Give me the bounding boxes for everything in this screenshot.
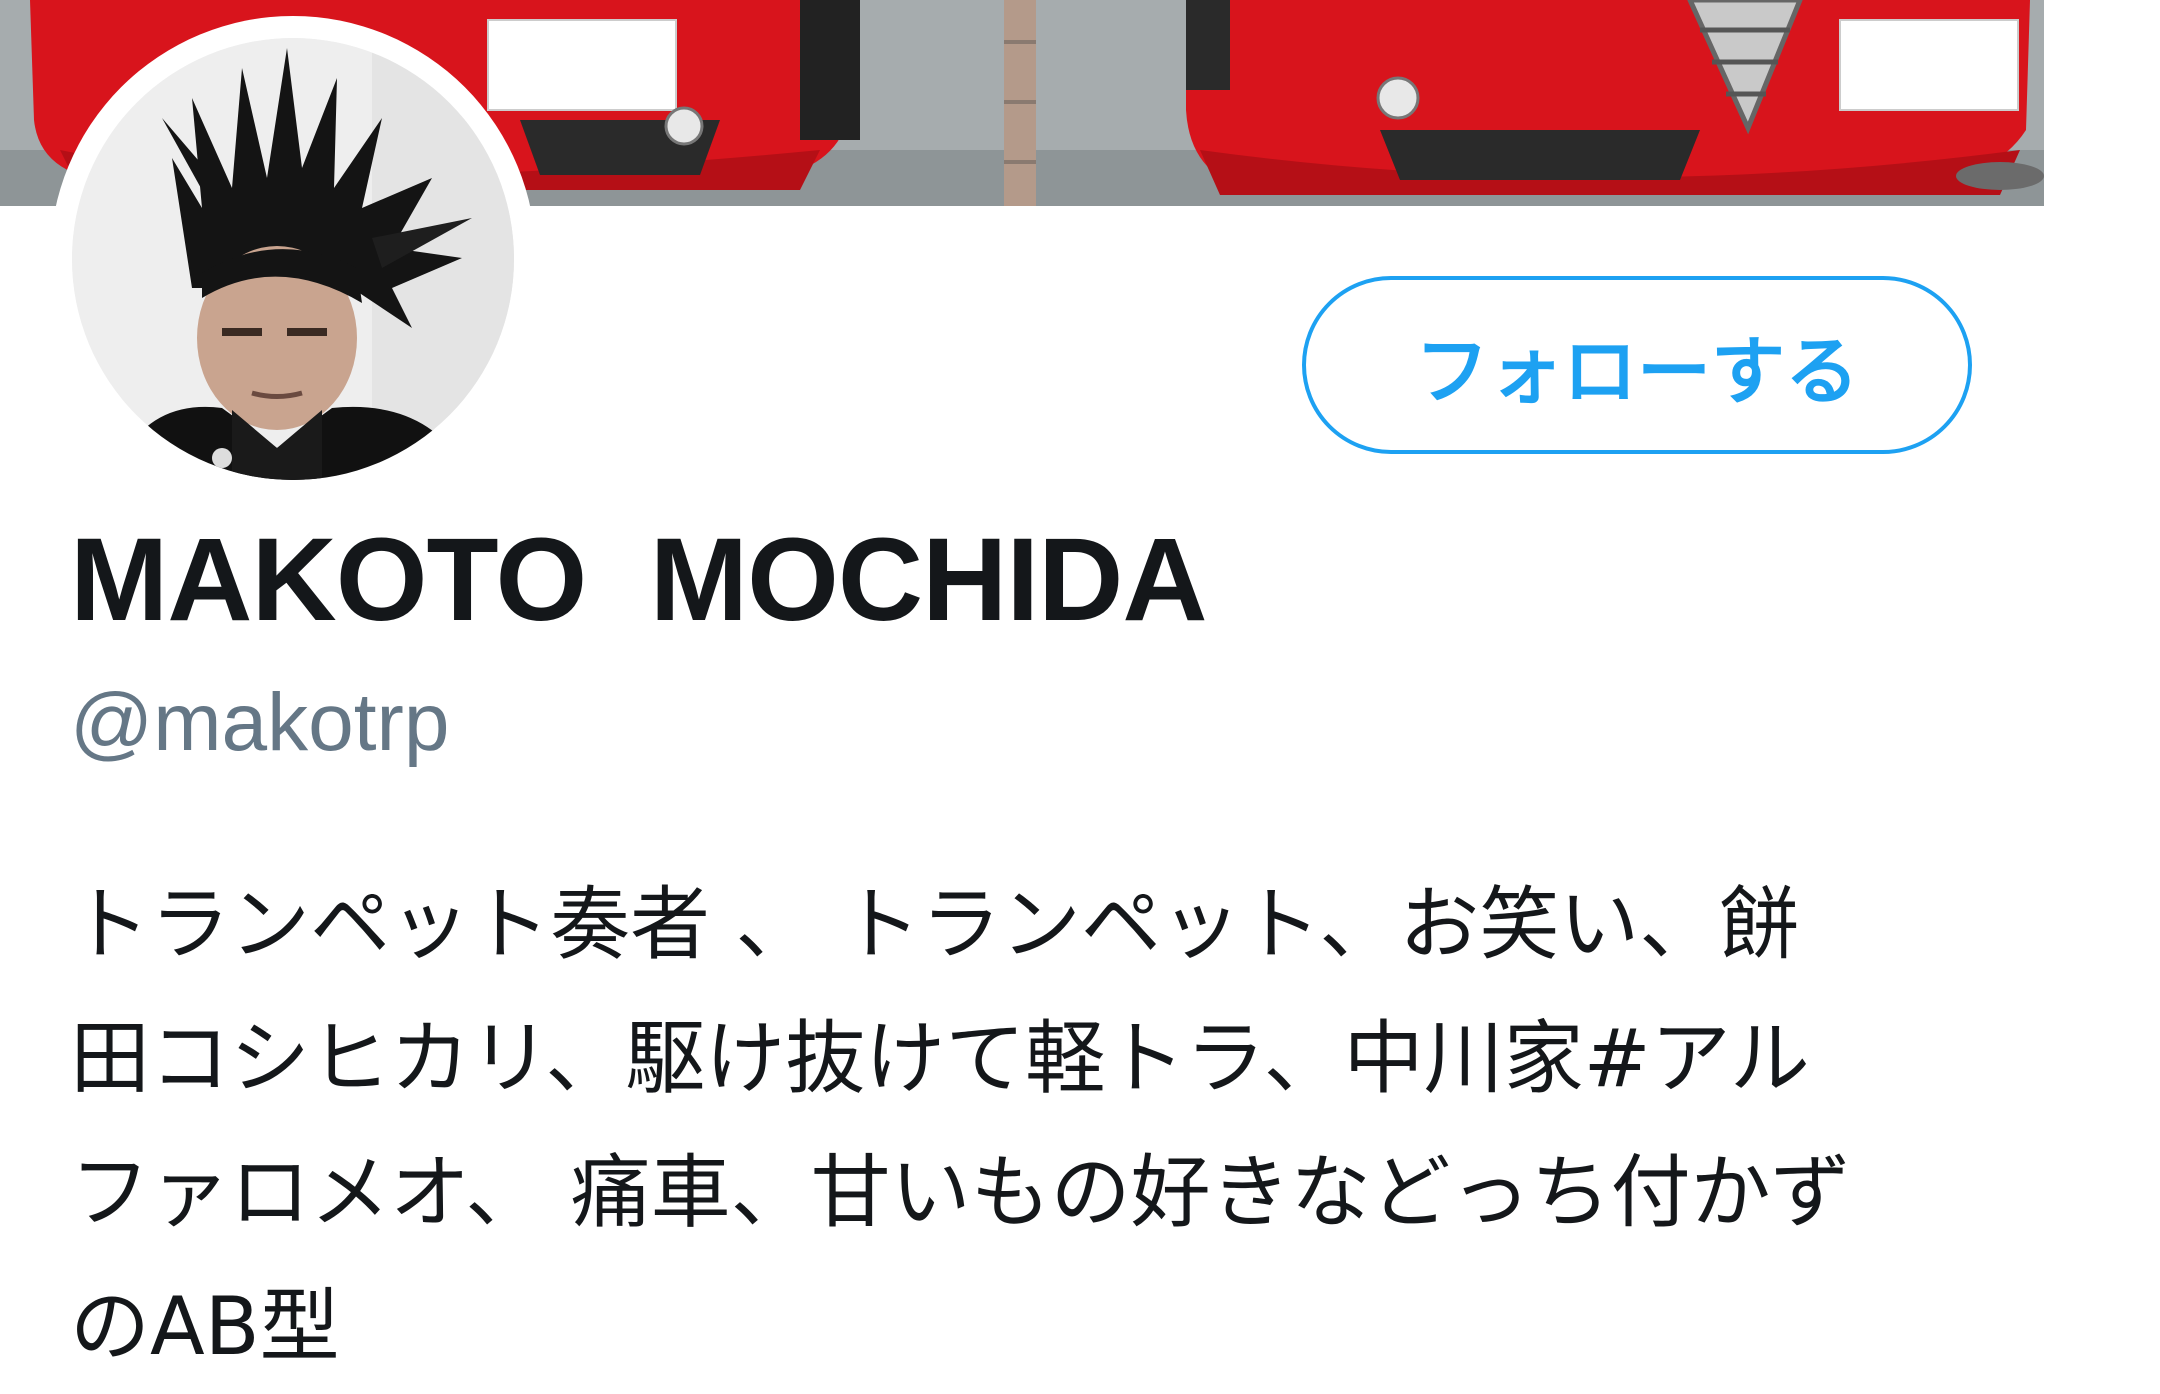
avatar[interactable]	[72, 38, 514, 480]
profile-bio: トランペット奏者 、 トランペット、お笑い、餅 田コシヒカリ、駆け抜けて軽トラ、…	[70, 858, 1990, 1394]
bio-line: トランペット奏者 、 トランペット、お笑い、餅	[70, 878, 1800, 971]
bio-line: のAB型	[70, 1280, 340, 1373]
follow-button[interactable]: フォローする	[1302, 276, 1972, 454]
bio-line: ファロメオ、 痛車、甘いもの好きなどっち付かず	[70, 1146, 1851, 1239]
profile-handle[interactable]: @makotrp	[70, 676, 449, 770]
bio-line: 田コシヒカリ、駆け抜けて軽トラ、中川家#アル	[70, 1012, 1810, 1105]
profile-display-name: MAKOTO MOCHIDA	[70, 514, 1208, 646]
profile-photo-icon	[72, 38, 514, 480]
